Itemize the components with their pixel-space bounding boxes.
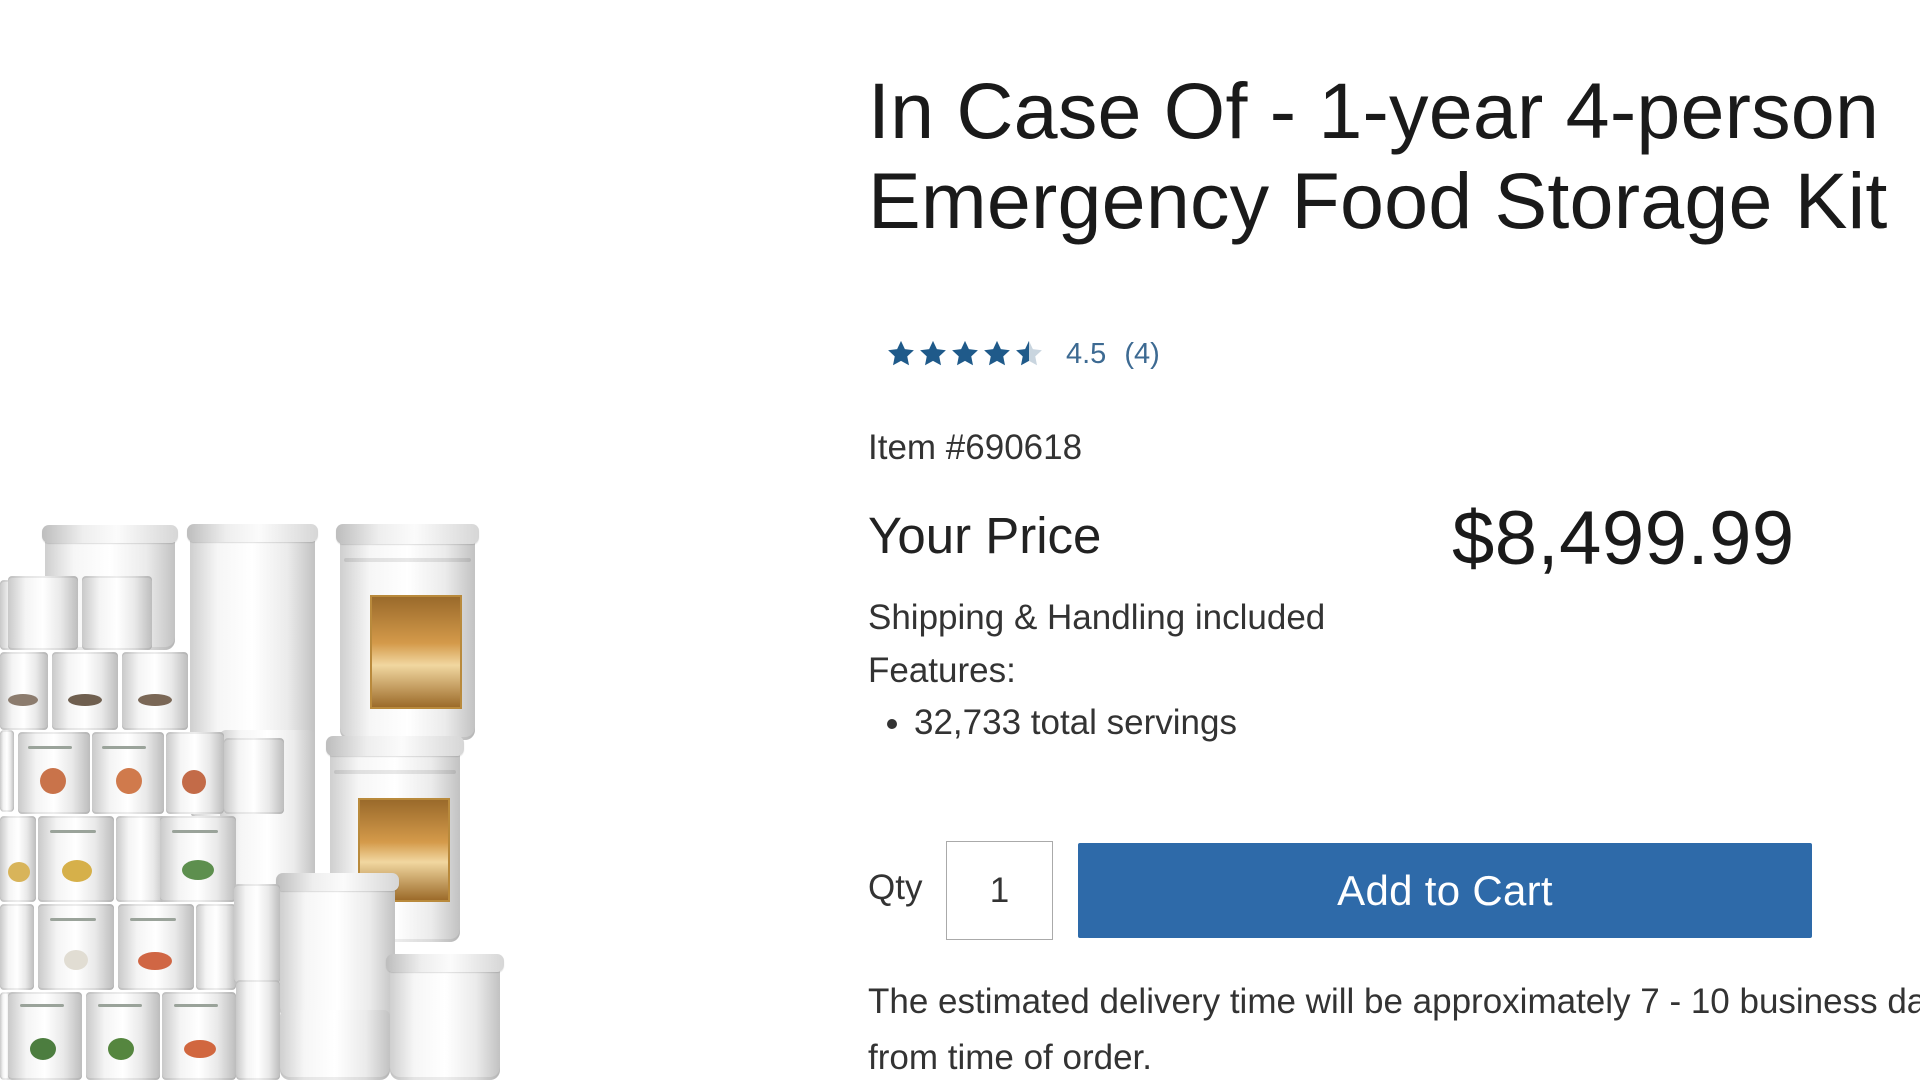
can <box>8 576 78 650</box>
bucket-lid <box>187 524 318 542</box>
bucket-lid <box>326 736 464 756</box>
can <box>236 980 280 1080</box>
shipping-info: Shipping & Handling included <box>868 598 1326 637</box>
bucket-rib <box>334 770 456 774</box>
rating-value: 4.5 <box>1066 337 1107 370</box>
bucket-lid <box>336 524 479 544</box>
bucket <box>280 1010 390 1080</box>
can <box>0 652 48 730</box>
can <box>234 884 280 984</box>
price-value: $8,499.99 <box>1452 496 1795 581</box>
star-half-icon <box>1016 340 1042 366</box>
product-title: In Case Of - 1-year 4-person Emergency F… <box>868 66 1888 245</box>
can <box>116 816 166 902</box>
can <box>160 816 236 902</box>
rating-stars <box>886 339 1046 369</box>
feature-item: 32,733 total servings <box>914 700 1237 746</box>
delivery-estimate: The estimated delivery time will be appr… <box>868 982 1920 1077</box>
star-icon <box>952 340 978 366</box>
bucket <box>390 960 500 1080</box>
star-icon <box>888 340 914 366</box>
can <box>0 730 14 812</box>
can <box>8 992 82 1080</box>
quantity-input[interactable] <box>946 841 1053 940</box>
features-label: Features: <box>868 651 1016 690</box>
can <box>82 576 152 650</box>
can <box>52 652 118 730</box>
can <box>38 904 114 990</box>
can <box>38 816 114 902</box>
can <box>118 904 194 990</box>
can <box>166 732 224 814</box>
can <box>224 738 284 814</box>
price-label: Your Price <box>868 507 1102 564</box>
star-icon <box>920 340 946 366</box>
quantity-label: Qty <box>868 868 923 907</box>
can <box>92 732 164 814</box>
can <box>196 904 236 990</box>
bucket-lid <box>42 525 178 543</box>
item-number: Item #690618 <box>868 428 1083 467</box>
product-image <box>0 480 520 1080</box>
review-count-link[interactable]: (4) <box>1124 338 1159 371</box>
can <box>0 904 34 990</box>
can <box>18 732 90 814</box>
bucket-label <box>370 595 462 709</box>
can <box>162 992 236 1080</box>
product-rating[interactable]: 4.5 (4) <box>886 336 1160 372</box>
features-list: 32,733 total servings <box>868 700 1237 746</box>
bucket <box>280 880 395 1020</box>
add-to-cart-button[interactable]: Add to Cart <box>1078 843 1812 938</box>
bucket-lid <box>276 873 399 891</box>
can <box>86 992 160 1080</box>
star-icon <box>984 340 1010 366</box>
can <box>122 652 188 730</box>
bucket-lid <box>386 954 504 972</box>
can <box>0 816 36 902</box>
product-details: In Case Of - 1-year 4-person Emergency F… <box>868 0 1920 1080</box>
bucket-rib <box>344 558 471 562</box>
